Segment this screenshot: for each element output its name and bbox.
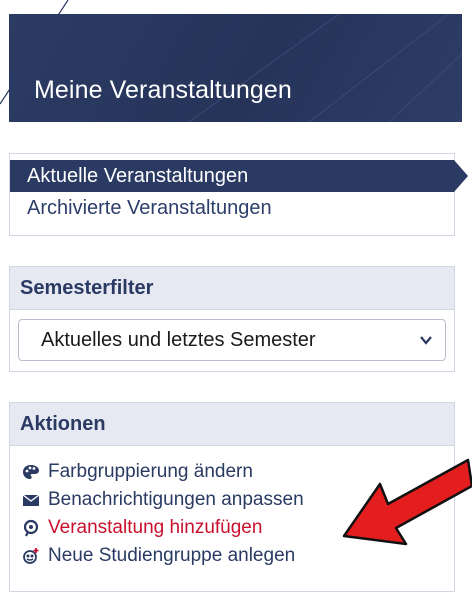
nav-archived-courses[interactable]: Archivierte Veranstaltungen [10, 192, 454, 224]
page-title: Meine Veranstaltungen [34, 76, 292, 104]
semester-filter-widget: Semesterfilter Aktuelles und letztes Sem… [9, 266, 455, 372]
nav-current-courses[interactable]: Aktuelle Veranstaltungen [10, 160, 468, 192]
actions-heading: Aktionen [10, 403, 454, 446]
chevron-down-icon [420, 336, 432, 345]
action-label: Veranstaltung hinzufügen [48, 517, 263, 538]
action-label: Farbgruppierung ändern [48, 461, 253, 482]
semester-select-value: Aktuelles und letztes Semester [41, 329, 316, 351]
add-course-icon [23, 519, 39, 537]
semester-select[interactable]: Aktuelles und letztes Semester [18, 319, 446, 361]
course-navigation: Aktuelle Veranstaltungen Archivierte Ver… [9, 153, 468, 236]
semester-filter-heading: Semesterfilter [10, 267, 454, 310]
new-group-icon [23, 548, 39, 564]
action-label: Neue Studiengruppe anlegen [48, 545, 296, 566]
header-decoration [188, 14, 462, 122]
page-header: Meine Veranstaltungen [9, 14, 462, 122]
action-label: Benachrichtigungen anpassen [48, 489, 304, 510]
red-arrow-annotation [342, 458, 472, 546]
palette-icon [23, 465, 39, 479]
envelope-icon [22, 494, 40, 506]
